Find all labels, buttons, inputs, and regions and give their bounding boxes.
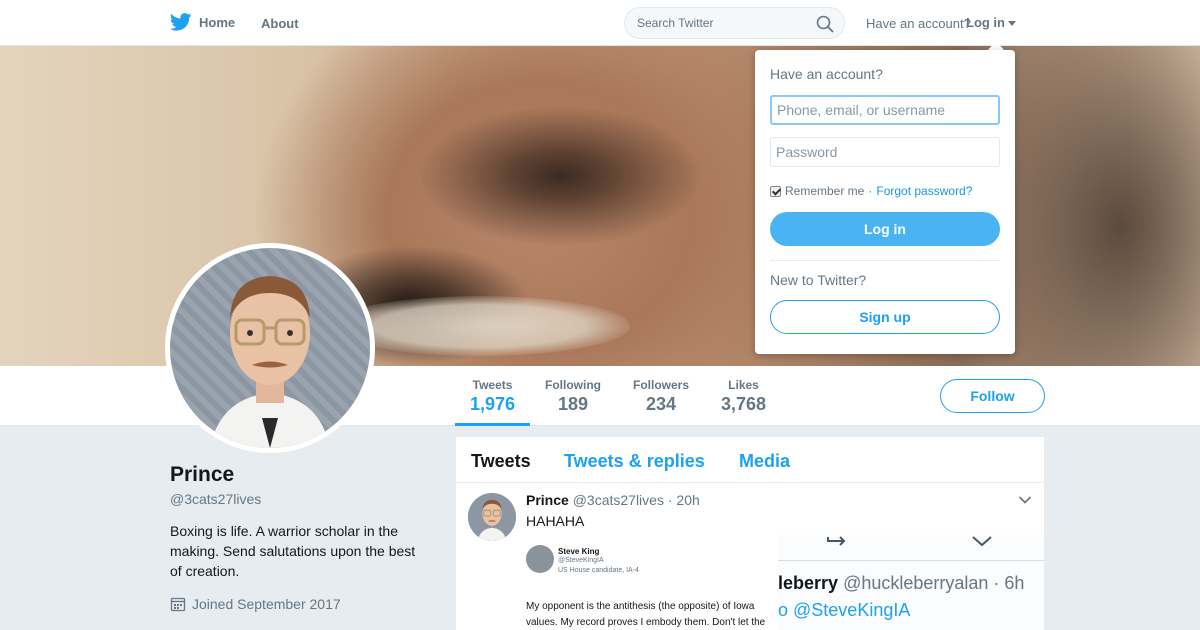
remember-me-label[interactable]: Remember me — [785, 184, 864, 198]
embed-right-handle: @huckleberryalan · 6h — [843, 573, 1025, 593]
tweet-separator: · — [667, 492, 673, 508]
embed-handle: @SteveKingIA — [558, 557, 604, 564]
embed-right-header — [778, 535, 1044, 561]
tab-tweets[interactable]: Tweets — [471, 451, 531, 472]
avatar-image — [170, 248, 370, 448]
profile-avatar[interactable] — [165, 243, 375, 453]
nav-home-label: Home — [199, 14, 236, 30]
tweet-media-image[interactable]: Steve King @SteveKingIA US House candida… — [526, 535, 1044, 630]
profile-name[interactable]: Prince — [170, 463, 234, 487]
search-placeholder: Search Twitter — [637, 16, 714, 30]
dropdown-divider — [770, 260, 1000, 261]
embed-body: My opponent is the antithesis (the oppos… — [526, 601, 766, 628]
tweet-author-handle[interactable]: @3cats27lives — [573, 492, 664, 508]
embedded-screenshot-left: Steve King @SteveKingIA US House candida… — [526, 535, 776, 630]
remember-separator: · — [868, 184, 873, 198]
top-navigation: Home About Search Twitter Have an accoun… — [0, 0, 1200, 46]
tweet-header: Prince @3cats27lives · 20h — [526, 492, 700, 508]
banner-detail — [330, 296, 630, 356]
tweet-avatar[interactable] — [468, 493, 516, 541]
chevron-down-icon[interactable] — [1018, 495, 1032, 505]
stat-likes[interactable]: Likes 3,768 — [721, 378, 766, 415]
stat-label: Followers — [633, 378, 690, 392]
timeline: Tweets Tweets & replies Media Prince @3c… — [456, 437, 1044, 630]
tweet-author-name[interactable]: Prince — [526, 492, 569, 508]
nav-about-link[interactable]: About — [261, 16, 299, 31]
login-button[interactable]: Log in — [770, 212, 1000, 246]
password-field[interactable] — [770, 137, 1000, 167]
caret-down-icon — [1008, 20, 1016, 26]
embedded-screenshot-right: leberry @huckleberryalan · 6h o @SteveKi… — [778, 535, 1044, 630]
signup-button[interactable]: Sign up — [770, 300, 1000, 334]
follow-button[interactable]: Follow — [940, 379, 1045, 413]
chevron-down-icon — [972, 536, 992, 547]
timeline-tabs: Tweets Tweets & replies Media — [456, 437, 1044, 483]
profile-bio: Boxing is life. A warrior scholar in the… — [170, 523, 416, 579]
embed-right-author: leberry @huckleberryalan · 6h — [778, 573, 1024, 594]
stat-value: 3,768 — [721, 394, 767, 414]
embed-right-mention: o @SteveKingIA — [778, 600, 911, 620]
stat-label: Tweets — [472, 378, 513, 392]
profile-handle[interactable]: @3cats27lives — [170, 491, 261, 507]
forgot-password-link[interactable]: Forgot password? — [876, 184, 972, 198]
have-account-text: Have an account? — [866, 16, 971, 31]
stat-followers[interactable]: Followers 234 — [633, 378, 689, 415]
login-dropdown-toggle[interactable]: Log in — [966, 15, 1016, 30]
calendar-icon — [170, 597, 186, 612]
tweet-time[interactable]: 20h — [676, 492, 699, 508]
twitter-bird-icon — [170, 13, 192, 31]
embed-name: Steve King — [558, 547, 600, 556]
tweet-avatar-image — [468, 493, 516, 541]
tweet-text: HAHAHA — [526, 513, 585, 529]
search-icon[interactable] — [816, 15, 834, 33]
retweet-icon — [827, 536, 846, 546]
profile-joined: Joined September 2017 — [170, 596, 341, 612]
embed-subtitle: US House candidate, IA-4 — [558, 567, 639, 574]
stat-label: Likes — [728, 378, 759, 392]
tab-tweets-replies[interactable]: Tweets & replies — [564, 451, 705, 472]
stat-following[interactable]: Following 189 — [545, 378, 601, 415]
tweet-item[interactable]: Prince @3cats27lives · 20h HAHAHA Steve … — [456, 483, 1044, 630]
stat-label: Following — [545, 378, 601, 392]
username-field[interactable] — [770, 95, 1000, 125]
login-link-label: Log in — [966, 15, 1005, 30]
search-input[interactable]: Search Twitter — [624, 7, 845, 39]
stat-value: 1,976 — [470, 394, 516, 414]
stat-value: 234 — [645, 394, 677, 414]
stat-value: 189 — [557, 394, 589, 414]
joined-label: Joined September 2017 — [192, 596, 341, 612]
active-tab-underline — [455, 423, 530, 426]
embed-right-name: leberry — [778, 573, 839, 593]
nav-home-link[interactable]: Home — [170, 13, 235, 31]
tab-media[interactable]: Media — [739, 451, 790, 472]
dropdown-title: Have an account? — [770, 66, 883, 82]
embed-avatar — [526, 545, 554, 573]
avatar-portrait — [210, 276, 330, 448]
remember-me-checkbox[interactable] — [770, 185, 781, 197]
new-to-twitter-text: New to Twitter? — [770, 272, 867, 288]
stat-tweets[interactable]: Tweets 1,976 — [470, 378, 515, 415]
remember-row: Remember me · Forgot password? — [770, 184, 972, 198]
login-dropdown: Have an account? Remember me · Forgot pa… — [755, 50, 1015, 354]
